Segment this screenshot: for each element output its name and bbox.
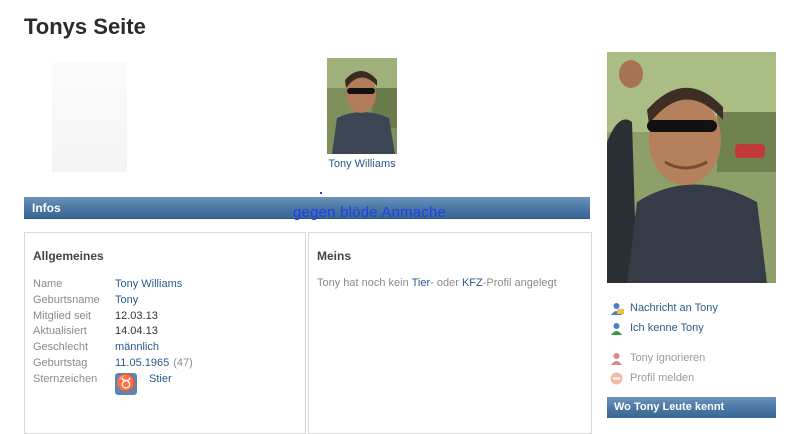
kfz-link[interactable]: KFZ — [462, 277, 483, 289]
info-label: Geburtsname — [33, 293, 100, 306]
profile-photo — [327, 58, 397, 154]
infos-header-label: Infos — [32, 201, 61, 215]
ignore-action[interactable]: Tony ignorieren — [609, 348, 718, 368]
contact-icon — [609, 321, 624, 336]
allgemeines-title: Allgemeines — [33, 249, 104, 263]
info-row: Mitglied seit 12.03.13 — [33, 310, 193, 326]
profile-thumbnail[interactable] — [327, 58, 397, 154]
know-person-label: Ich kenne Tony — [630, 322, 704, 334]
info-row: Geburtsname Tony — [33, 294, 193, 310]
info-label: Mitglied seit — [33, 309, 92, 322]
info-row: Name Tony Williams — [33, 278, 193, 294]
page-title: Tonys Seite — [24, 14, 146, 39]
meins-panel: Meins Tony hat noch kein Tier- oder KFZ-… — [308, 232, 592, 434]
send-message-label: Nachricht an Tony — [630, 302, 718, 314]
info-value[interactable]: männlich — [115, 341, 159, 357]
ignore-label: Tony ignorieren — [630, 352, 706, 364]
allgemeines-panel: Allgemeines Name Tony Williams Geburtsna… — [24, 232, 306, 434]
info-rows: Name Tony Williams Geburtsname Tony Mitg… — [33, 278, 193, 395]
tier-link[interactable]: Tier — [412, 277, 431, 289]
know-person-action[interactable]: Ich kenne Tony — [609, 318, 718, 338]
meins-text-after: -Profil angelegt — [482, 277, 557, 289]
meins-text: Tony hat noch kein Tier- oder KFZ-Profil… — [317, 277, 557, 289]
info-label: Name — [33, 278, 63, 290]
info-label: Sternzeichen — [33, 372, 98, 385]
info-value[interactable]: 11.05.1965 — [115, 357, 169, 373]
report-icon — [609, 371, 624, 386]
meins-text-before: Tony hat noch kein — [317, 277, 412, 289]
profile-photo — [607, 52, 776, 283]
overlay-text: gegen blöde Anmache — [293, 204, 447, 221]
known-people-header: Wo Tony Leute kennt — [607, 397, 776, 418]
info-row: Geburtstag 11.05.1965 (47) — [33, 357, 193, 373]
info-value: 14.04.13 — [115, 325, 158, 338]
known-people-label: Wo Tony Leute kennt — [614, 401, 725, 413]
thumbnail-name-link[interactable]: Tony Williams — [300, 158, 424, 170]
ignore-icon — [609, 351, 624, 366]
info-label: Geburtstag — [33, 356, 88, 369]
faded-image — [52, 62, 127, 172]
message-icon — [609, 301, 624, 316]
age-note: (47) — [173, 356, 193, 369]
info-value: 12.03.13 — [115, 309, 158, 322]
profile-actions: Nachricht an Tony Ich kenne Tony Tony ig… — [609, 298, 718, 388]
info-value[interactable]: Tony Williams — [115, 278, 182, 294]
info-label: Aktualisiert — [33, 325, 87, 338]
info-row: Geschlecht männlich — [33, 341, 193, 357]
info-label: Geschlecht — [33, 341, 89, 354]
taurus-icon: ♉ — [115, 372, 137, 395]
info-value[interactable]: Tony — [115, 294, 138, 310]
info-row: Sternzeichen ♉ Stier — [33, 372, 193, 395]
meins-title: Meins — [317, 249, 352, 263]
send-message-action[interactable]: Nachricht an Tony — [609, 298, 718, 318]
overlay-dot — [320, 192, 322, 194]
info-row: Aktualisiert 14.04.13 — [33, 325, 193, 341]
meins-text-mid: - oder — [430, 277, 462, 289]
report-label: Profil melden — [630, 372, 695, 384]
info-value[interactable]: Stier — [149, 373, 172, 389]
profile-photo-large[interactable] — [607, 52, 776, 283]
report-action[interactable]: Profil melden — [609, 368, 718, 388]
